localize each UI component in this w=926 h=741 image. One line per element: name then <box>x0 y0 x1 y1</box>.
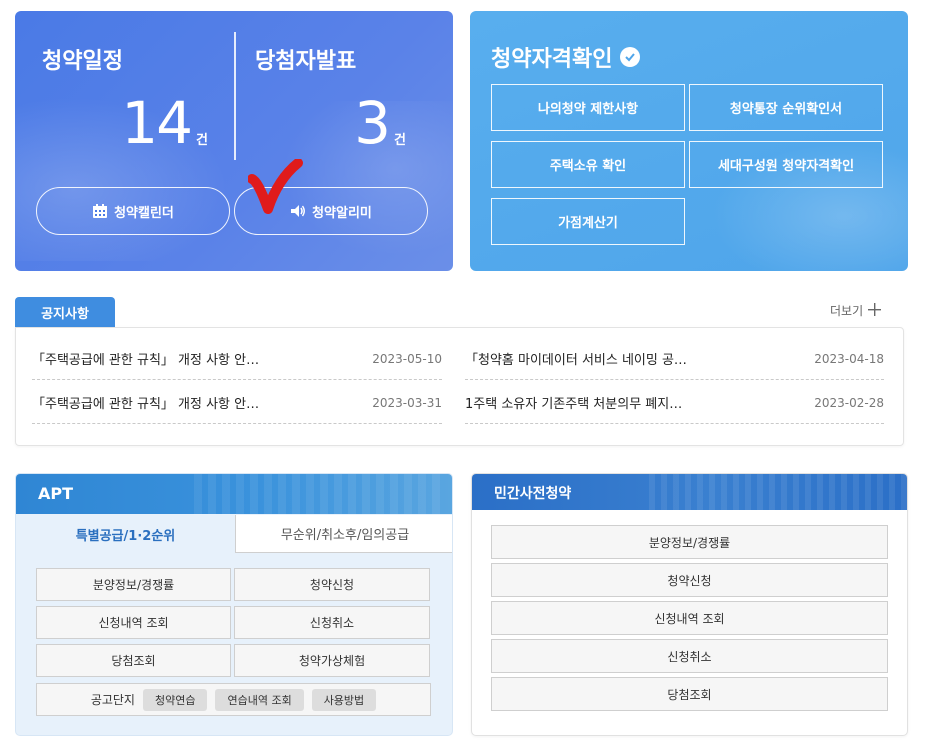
qualification-card: 청약자격확인 나의청약 제한사항 청약통장 순위확인서 주택소유 확인 세대구성… <box>470 11 908 271</box>
how-to-chip[interactable]: 사용방법 <box>311 688 377 711</box>
apt-header <box>16 474 452 514</box>
notice-tab[interactable]: 공지사항 <box>15 297 115 327</box>
tab-special-supply[interactable]: 특별공급/1·2순위 <box>16 515 235 553</box>
notice-item[interactable]: 「주택공급에 관한 규칙」 개정 사항 안… 2023-03-31 <box>32 382 442 424</box>
private-history-button[interactable]: 신청내역 조회 <box>491 601 888 635</box>
private-card: 민간사전청약 분양정보/경쟁률 청약신청 신청내역 조회 신청취소 당첨조회 <box>471 473 908 736</box>
winner-announcement-title[interactable]: 당첨자발표 <box>255 43 356 75</box>
notice-title: 1주택 소유자 기존주택 처분의무 폐지… <box>465 397 683 412</box>
winner-count-unit: 건 <box>394 133 406 148</box>
calendar-button[interactable]: 청약캘린더 <box>36 187 230 235</box>
apt-apply-button[interactable]: 청약신청 <box>234 568 430 601</box>
apt-history-button[interactable]: 신청내역 조회 <box>36 606 231 639</box>
account-rank-certificate-button[interactable]: 청약통장 순위확인서 <box>689 84 883 131</box>
notice-complex-label: 공고단지 <box>90 693 135 707</box>
notice-title: 「주택공급에 관한 규칙」 개정 사항 안… <box>32 353 260 368</box>
red-check-annotation-icon <box>248 159 303 214</box>
building-pattern <box>649 474 907 510</box>
apt-virtual-experience-button[interactable]: 청약가상체험 <box>234 644 430 677</box>
notice-item[interactable]: 「주택공급에 관한 규칙」 개정 사항 안… 2023-05-10 <box>32 338 442 380</box>
notice-item[interactable]: 1주택 소유자 기존주택 처분의무 폐지… 2023-02-28 <box>465 382 884 424</box>
private-apply-button[interactable]: 청약신청 <box>491 563 888 597</box>
tab-unranked-supply[interactable]: 무순위/취소후/임의공급 <box>235 515 452 553</box>
qualification-title-label: 청약자격확인 <box>491 47 613 72</box>
household-qualification-button[interactable]: 세대구성원 청약자격확인 <box>689 141 883 188</box>
private-winner-button[interactable]: 당첨조회 <box>491 677 888 711</box>
notice-date: 2023-05-10 <box>372 351 442 366</box>
apt-card: APT 특별공급/1·2순위 무순위/취소후/임의공급 분양정보/경쟁률 청약신… <box>15 473 453 736</box>
schedule-count[interactable]: 14 <box>121 89 193 157</box>
notice-list: 「주택공급에 관한 규칙」 개정 사항 안… 2023-05-10 「청약홈 마… <box>15 327 904 446</box>
house-ownership-button[interactable]: 주택소유 확인 <box>491 141 685 188</box>
schedule-card: 청약일정 당첨자발표 14 건 3 건 청약캘린더 청약알리미 <box>15 11 453 271</box>
private-sale-info-button[interactable]: 분양정보/경쟁률 <box>491 525 888 559</box>
check-circle-icon <box>620 47 641 67</box>
notice-date: 2023-03-31 <box>372 395 442 410</box>
calendar-icon <box>92 203 108 219</box>
apt-title: APT <box>38 484 74 503</box>
private-cancel-button[interactable]: 신청취소 <box>491 639 888 673</box>
schedule-title[interactable]: 청약일정 <box>42 43 123 75</box>
winner-count[interactable]: 3 <box>354 89 391 157</box>
apt-winner-button[interactable]: 당첨조회 <box>36 644 231 677</box>
my-restriction-button[interactable]: 나의청약 제한사항 <box>491 84 685 131</box>
notice-title: 「청약홈 마이데이터 서비스 네이밍 공… <box>465 353 687 368</box>
practice-chip[interactable]: 청약연습 <box>142 688 208 711</box>
qualification-title[interactable]: 청약자격확인 <box>491 41 641 73</box>
notice-date: 2023-04-18 <box>814 351 884 366</box>
apt-cancel-button[interactable]: 신청취소 <box>234 606 430 639</box>
vertical-divider <box>234 32 236 160</box>
schedule-count-unit: 건 <box>196 133 208 148</box>
more-link[interactable]: 더보기 <box>830 302 882 319</box>
apt-notice-row: 공고단지 청약연습 연습내역 조회 사용방법 <box>36 683 431 716</box>
plus-icon <box>868 302 882 319</box>
building-pattern <box>194 474 444 514</box>
private-title: 민간사전청약 <box>494 486 572 502</box>
alarm-button-label: 청약알리미 <box>312 205 372 221</box>
notice-date: 2023-02-28 <box>814 395 884 410</box>
score-calculator-button[interactable]: 가점계산기 <box>491 198 685 245</box>
notice-item[interactable]: 「청약홈 마이데이터 서비스 네이밍 공… 2023-04-18 <box>465 338 884 380</box>
notice-title: 「주택공급에 관한 규칙」 개정 사항 안… <box>32 397 260 412</box>
more-link-label: 더보기 <box>830 304 864 318</box>
practice-history-chip[interactable]: 연습내역 조회 <box>215 688 304 711</box>
apt-sale-info-button[interactable]: 분양정보/경쟁률 <box>36 568 231 601</box>
calendar-button-label: 청약캘린더 <box>114 205 174 221</box>
